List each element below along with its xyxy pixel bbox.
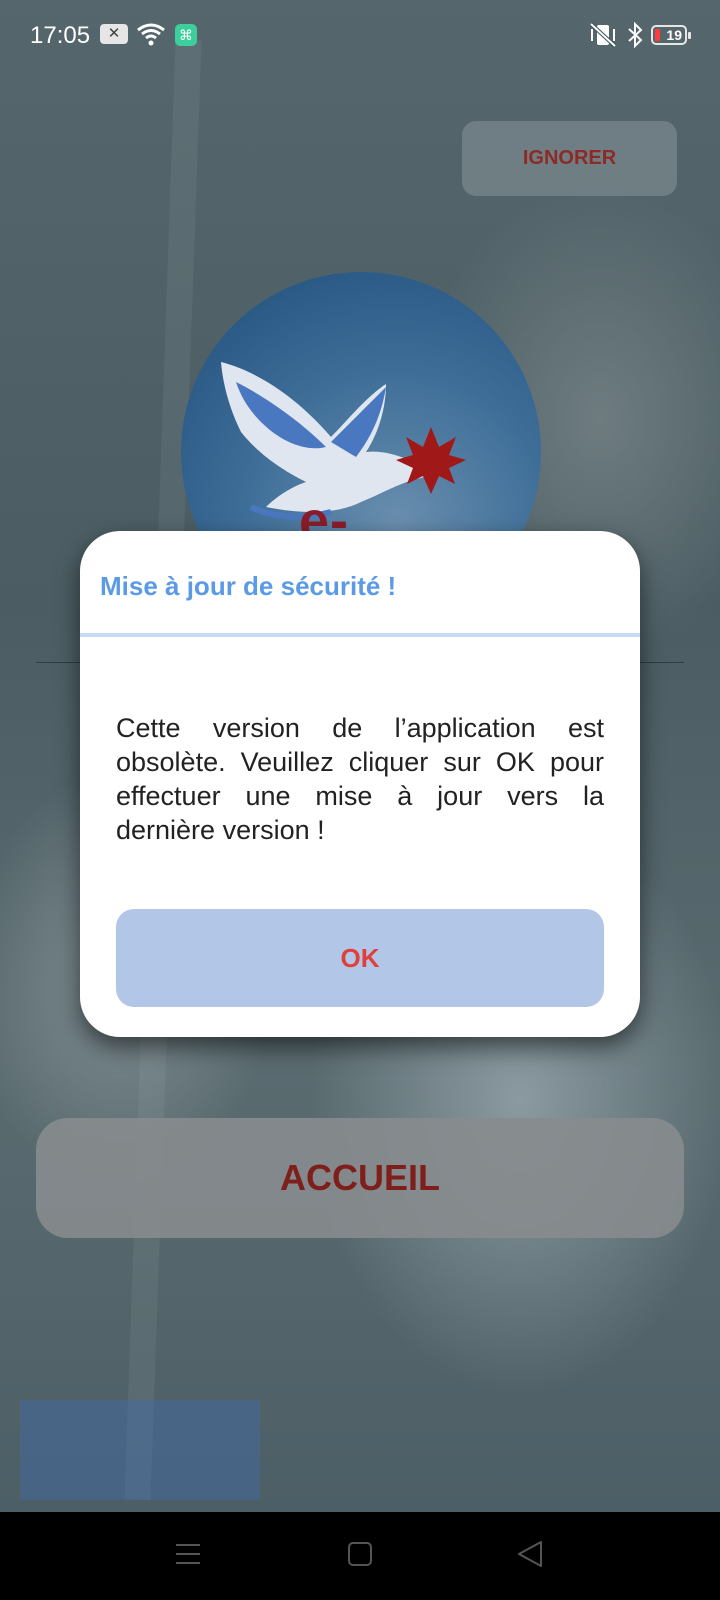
navigation-bar <box>0 1512 720 1600</box>
notification-x-icon: ✕ <box>100 24 128 44</box>
battery-level: 19 <box>666 27 682 43</box>
ignore-button[interactable]: IGNORER <box>462 121 677 196</box>
wifi-icon <box>136 22 166 46</box>
ok-button[interactable]: OK <box>116 909 604 1007</box>
dialog-message: Cette version de l’application est obsol… <box>116 713 604 845</box>
status-time: 17:05 <box>30 22 91 49</box>
background-blue-patch <box>20 1400 260 1500</box>
bluetooth-icon <box>626 21 644 49</box>
dialog-title: Mise à jour de sécurité ! <box>100 571 397 601</box>
battery-icon: 19 <box>651 25 691 45</box>
menu-icon[interactable] <box>175 1540 201 1573</box>
update-dialog: Mise à jour de sécurité ! Cette version … <box>80 531 640 1037</box>
app-notification-icon: ⌘ <box>175 24 197 46</box>
dialog-separator <box>80 633 640 637</box>
battery-fill <box>655 29 660 41</box>
home-square-icon[interactable] <box>348 1540 372 1573</box>
home-button[interactable]: ACCUEIL <box>36 1118 684 1238</box>
battery-nub <box>688 32 691 39</box>
back-triangle-icon[interactable] <box>517 1540 543 1573</box>
vibrate-off-icon <box>588 22 618 48</box>
status-bar: 17:05 ✕ ⌘ 19 <box>0 0 720 72</box>
